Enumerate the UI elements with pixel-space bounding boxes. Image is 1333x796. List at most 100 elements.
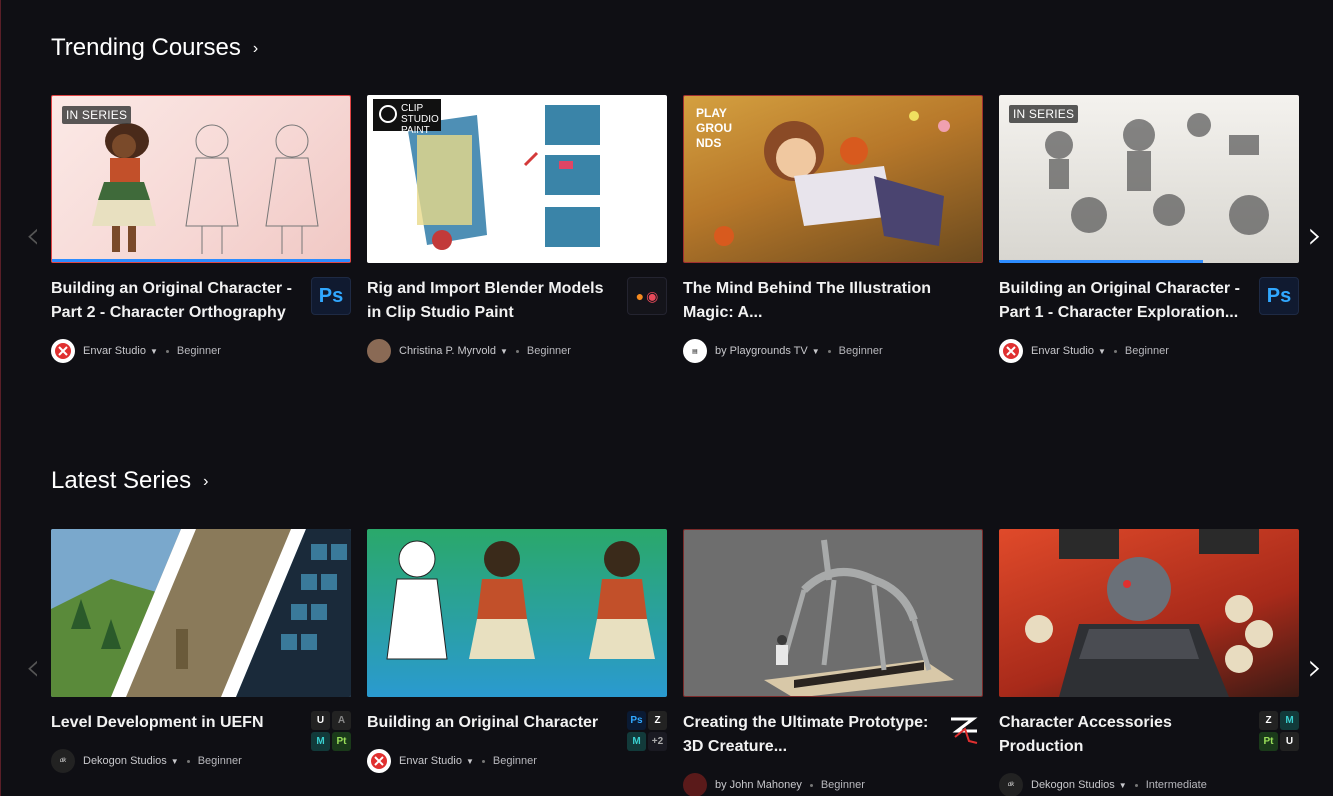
caret-down-icon: ▼: [811, 346, 820, 356]
level-label: Beginner: [526, 345, 571, 357]
author-dropdown[interactable]: Dekogon Studios ▼: [1031, 779, 1127, 791]
series-meta: dk Dekogon Studios ▼ Intermediate: [999, 773, 1299, 796]
author-dropdown[interactable]: by Playgrounds TV ▼: [715, 345, 820, 357]
dekogon-logo-icon: dk: [51, 749, 75, 773]
trending-next-arrow[interactable]: ›: [1303, 215, 1327, 255]
course-title[interactable]: Rig and Import Blender Models in Clip St…: [367, 277, 617, 325]
series-card[interactable]: Level Development in UEFN U A M Pt dk De…: [51, 529, 351, 796]
author-name: Envar Studio: [83, 345, 146, 357]
blender-icon: ●: [635, 288, 645, 304]
course-title[interactable]: Building an Original Character - Part 1 …: [999, 277, 1249, 325]
course-meta: ▤ by Playgrounds TV ▼ Beginner: [683, 339, 983, 363]
series-title[interactable]: Level Development in UEFN: [51, 711, 301, 735]
series-card[interactable]: Building an Original Character Ps Z M +2…: [367, 529, 667, 796]
software-icons: Ps: [311, 277, 351, 315]
series-title[interactable]: Creating the Ultimate Prototype: 3D Crea…: [683, 711, 933, 759]
latest-prev-arrow[interactable]: ‹: [21, 647, 45, 687]
caret-down-icon: ▼: [149, 346, 158, 356]
author-name: Christina P. Myrvold: [399, 345, 496, 357]
zbrush-icon: Z: [648, 711, 667, 730]
author-dropdown[interactable]: Christina P. Myrvold ▼: [399, 345, 508, 357]
trending-title-link[interactable]: Trending Courses ›: [51, 32, 1333, 64]
avatar: ▤: [683, 339, 707, 363]
avatar: [683, 773, 707, 796]
latest-section: Latest Series ›: [51, 465, 1333, 497]
author-name: Envar Studio: [1031, 345, 1094, 357]
author-name: by Playgrounds TV: [715, 345, 808, 357]
trending-section: Trending Courses ›: [51, 32, 1333, 64]
author-name: Dekogon Studios: [83, 755, 167, 767]
latest-title-link[interactable]: Latest Series ›: [51, 465, 1333, 497]
course-meta: Envar Studio ▼ Beginner: [51, 339, 351, 363]
separator-dot: [165, 349, 169, 353]
envar-logo-icon: [371, 753, 387, 769]
series-meta: by John Mahoney Beginner: [683, 773, 983, 796]
separator-dot: [809, 783, 813, 787]
caret-down-icon: ▼: [500, 346, 508, 356]
series-card[interactable]: Character Accessories Production Z M Pt …: [999, 529, 1299, 796]
series-title[interactable]: Character Accessories Production: [999, 711, 1249, 759]
series-meta: Envar Studio ▼ Beginner: [367, 749, 667, 773]
series-card[interactable]: Creating the Ultimate Prototype: 3D Crea…: [683, 529, 983, 796]
unreal-icon: U: [1280, 732, 1299, 751]
substance-painter-icon: Pt: [332, 732, 351, 751]
trending-prev-arrow[interactable]: ‹: [21, 215, 45, 255]
software-icons: ● ◉: [627, 277, 667, 315]
latest-row: Level Development in UEFN U A M Pt dk De…: [51, 529, 1299, 796]
level-label: Beginner: [492, 755, 537, 767]
course-card[interactable]: IN SERIES Building an Original Character…: [51, 95, 351, 363]
envar-logo-icon: [55, 343, 71, 359]
blender-clipstudio-icons: ● ◉: [627, 277, 667, 315]
course-meta: Envar Studio ▼ Beginner: [999, 339, 1299, 363]
substance-painter-icon: Pt: [1259, 732, 1278, 751]
avatar: [51, 339, 75, 363]
software-icons: U A M Pt: [311, 711, 351, 751]
course-title[interactable]: Building an Original Character - Part 2 …: [51, 277, 301, 325]
course-card[interactable]: IN SERIES Building an Original Character…: [999, 95, 1299, 363]
software-icons: Ps Z M +2: [627, 711, 667, 751]
course-thumbnail[interactable]: PLAY GROU NDS: [683, 95, 983, 263]
latest-next-arrow[interactable]: ›: [1303, 647, 1327, 687]
series-thumbnail[interactable]: [999, 529, 1299, 697]
author-dropdown[interactable]: Envar Studio ▼: [1031, 345, 1106, 357]
caret-down-icon: ▼: [465, 756, 474, 766]
in-series-badge: IN SERIES: [1009, 105, 1079, 123]
clip-studio-logo: CLIP STUDIO PAINT: [373, 99, 441, 136]
clip-studio-icon: ◉: [646, 287, 659, 304]
unreal-icon: U: [311, 711, 330, 730]
zbrush-figure-icon: [951, 717, 978, 744]
author-dropdown[interactable]: Envar Studio ▼: [399, 755, 474, 767]
course-thumbnail[interactable]: CLIP STUDIO PAINT: [367, 95, 667, 263]
maya-icon: M: [1280, 711, 1299, 730]
caret-down-icon: ▼: [170, 756, 179, 766]
course-card[interactable]: CLIP STUDIO PAINT Rig and Import Blender…: [367, 95, 667, 363]
progress-bar: [999, 260, 1203, 263]
series-title[interactable]: Building an Original Character: [367, 711, 617, 735]
author-link[interactable]: by John Mahoney: [715, 779, 802, 791]
series-thumbnail[interactable]: [367, 529, 667, 697]
author-name: Dekogon Studios: [1031, 779, 1115, 791]
zbrush-icon: [943, 711, 983, 749]
in-series-badge: IN SERIES: [62, 106, 132, 124]
photoshop-icon: Ps: [1259, 277, 1299, 315]
author-dropdown[interactable]: Dekogon Studios ▼: [83, 755, 179, 767]
creature-prototype-sculpture: [764, 539, 954, 696]
dekogon-logo-icon: dk: [999, 773, 1023, 796]
software-icons: Ps: [1259, 277, 1299, 315]
software-icons: [943, 711, 983, 749]
level-label: Beginner: [838, 345, 883, 357]
course-thumbnail[interactable]: IN SERIES: [999, 95, 1299, 263]
series-thumbnail[interactable]: [51, 529, 351, 697]
trending-row: IN SERIES Building an Original Character…: [51, 95, 1299, 363]
course-card[interactable]: PLAY GROU NDS The Mind Behind The Illust…: [683, 95, 983, 363]
level-label: Beginner: [176, 345, 221, 357]
course-thumbnail[interactable]: IN SERIES: [51, 95, 351, 263]
photoshop-icon: Ps: [627, 711, 646, 730]
course-title[interactable]: The Mind Behind The Illustration Magic: …: [683, 277, 933, 325]
author-dropdown[interactable]: Envar Studio ▼: [83, 345, 158, 357]
level-label: Beginner: [1124, 345, 1169, 357]
series-meta: dk Dekogon Studios ▼ Beginner: [51, 749, 351, 773]
progress-bar: [52, 259, 350, 262]
more-software-count: +2: [648, 732, 667, 751]
series-thumbnail[interactable]: [683, 529, 983, 697]
